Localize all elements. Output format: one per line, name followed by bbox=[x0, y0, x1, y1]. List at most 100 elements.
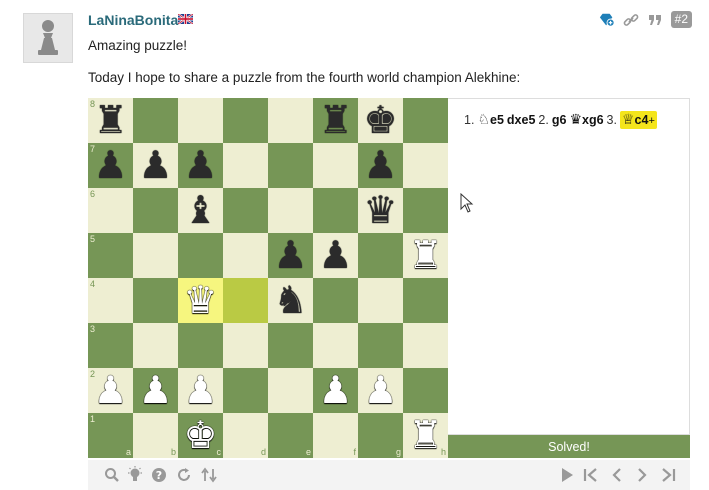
square-c6[interactable]: ♝ bbox=[178, 188, 223, 233]
square-d2[interactable] bbox=[223, 368, 268, 413]
square-g2[interactable]: ♟ bbox=[358, 368, 403, 413]
move-white-1[interactable]: ♘e5 bbox=[477, 112, 503, 128]
reset-icon[interactable] bbox=[175, 466, 193, 484]
black-bishop-icon[interactable]: ♝ bbox=[183, 188, 217, 233]
square-c5[interactable] bbox=[178, 233, 223, 278]
post-number-badge[interactable]: #2 bbox=[670, 11, 692, 28]
square-f3[interactable] bbox=[313, 323, 358, 368]
square-h8[interactable] bbox=[403, 98, 448, 143]
black-pawn-icon[interactable]: ♟ bbox=[183, 143, 217, 188]
square-h7[interactable] bbox=[403, 143, 448, 188]
white-pawn-icon[interactable]: ♟ bbox=[183, 368, 217, 413]
square-d6[interactable] bbox=[223, 188, 268, 233]
zoom-icon[interactable] bbox=[103, 466, 121, 484]
black-pawn-icon[interactable]: ♟ bbox=[93, 143, 127, 188]
white-pawn-icon[interactable]: ♟ bbox=[138, 368, 172, 413]
square-e8[interactable] bbox=[268, 98, 313, 143]
square-a3[interactable]: 3 bbox=[88, 323, 133, 368]
square-d5[interactable] bbox=[223, 233, 268, 278]
link-icon[interactable] bbox=[623, 12, 639, 28]
white-rook-icon[interactable]: ♜ bbox=[408, 413, 442, 458]
square-e6[interactable] bbox=[268, 188, 313, 233]
square-e5[interactable]: ♟ bbox=[268, 233, 313, 278]
flip-icon[interactable] bbox=[200, 466, 218, 484]
first-move-icon[interactable] bbox=[582, 466, 600, 484]
square-f6[interactable] bbox=[313, 188, 358, 233]
square-f1[interactable]: f bbox=[313, 413, 358, 458]
black-knight-icon[interactable]: ♞ bbox=[273, 278, 307, 323]
white-king-icon[interactable]: ♚ bbox=[183, 413, 217, 458]
move-white-2[interactable]: g6 bbox=[552, 113, 567, 127]
square-a4[interactable]: 4 bbox=[88, 278, 133, 323]
last-move-icon[interactable] bbox=[659, 466, 677, 484]
black-pawn-icon[interactable]: ♟ bbox=[273, 233, 307, 278]
hint-icon[interactable] bbox=[126, 466, 144, 484]
square-h4[interactable] bbox=[403, 278, 448, 323]
black-pawn-icon[interactable]: ♟ bbox=[318, 233, 352, 278]
square-h3[interactable] bbox=[403, 323, 448, 368]
square-b6[interactable] bbox=[133, 188, 178, 233]
help-icon[interactable]: ? bbox=[150, 466, 168, 484]
square-b4[interactable] bbox=[133, 278, 178, 323]
white-pawn-icon[interactable]: ♟ bbox=[318, 368, 352, 413]
square-b5[interactable] bbox=[133, 233, 178, 278]
square-e4[interactable]: ♞ bbox=[268, 278, 313, 323]
square-e1[interactable]: e bbox=[268, 413, 313, 458]
square-e3[interactable] bbox=[268, 323, 313, 368]
square-b7[interactable]: ♟ bbox=[133, 143, 178, 188]
square-c4[interactable]: ♛ bbox=[178, 278, 223, 323]
white-pawn-icon[interactable]: ♟ bbox=[93, 368, 127, 413]
square-d1[interactable]: d bbox=[223, 413, 268, 458]
white-rook-icon[interactable]: ♜ bbox=[408, 233, 442, 278]
square-c3[interactable] bbox=[178, 323, 223, 368]
next-move-icon[interactable] bbox=[633, 466, 651, 484]
square-c1[interactable]: c ♚ bbox=[178, 413, 223, 458]
move-white-3-current[interactable]: ♕c4+ bbox=[619, 111, 657, 129]
square-f2[interactable]: ♟ bbox=[313, 368, 358, 413]
square-h1[interactable]: h ♜ bbox=[403, 413, 448, 458]
square-g6[interactable]: ♛ bbox=[358, 188, 403, 233]
square-g4[interactable] bbox=[358, 278, 403, 323]
white-queen-icon[interactable]: ♛ bbox=[183, 278, 217, 323]
square-d4[interactable] bbox=[223, 278, 268, 323]
square-f5[interactable]: ♟ bbox=[313, 233, 358, 278]
square-b3[interactable] bbox=[133, 323, 178, 368]
square-g7[interactable]: ♟ bbox=[358, 143, 403, 188]
move-black-1[interactable]: dxe5 bbox=[507, 113, 536, 127]
diamond-add-icon[interactable] bbox=[599, 12, 615, 28]
square-h6[interactable] bbox=[403, 188, 448, 233]
square-a8[interactable]: 8 ♜ bbox=[88, 98, 133, 143]
square-g5[interactable] bbox=[358, 233, 403, 278]
square-f8[interactable]: ♜ bbox=[313, 98, 358, 143]
black-rook-icon[interactable]: ♜ bbox=[318, 98, 352, 143]
square-g1[interactable]: g bbox=[358, 413, 403, 458]
username-link[interactable]: LaNinaBonita bbox=[88, 12, 178, 28]
square-a6[interactable]: 6 bbox=[88, 188, 133, 233]
play-icon[interactable] bbox=[558, 466, 576, 484]
chess-board[interactable]: 8 ♜ ♜ ♚ 7 ♟ ♟ ♟ ♟ 6 ♝ ♛ 5 ♟ ♟ ♜ 4 ♛ ♞ 3 2 ♟ ♟ ♟ ♟ ♟ 1 a b c ♚ d e f g h ♜ bbox=[88, 98, 448, 458]
square-b2[interactable]: ♟ bbox=[133, 368, 178, 413]
square-d7[interactable] bbox=[223, 143, 268, 188]
square-a2[interactable]: 2 ♟ bbox=[88, 368, 133, 413]
black-queen-icon[interactable]: ♛ bbox=[363, 188, 397, 233]
square-g8[interactable]: ♚ bbox=[358, 98, 403, 143]
square-b8[interactable] bbox=[133, 98, 178, 143]
prev-move-icon[interactable] bbox=[608, 466, 626, 484]
square-d8[interactable] bbox=[223, 98, 268, 143]
square-h5[interactable]: ♜ bbox=[403, 233, 448, 278]
square-a5[interactable]: 5 bbox=[88, 233, 133, 278]
square-d3[interactable] bbox=[223, 323, 268, 368]
black-rook-icon[interactable]: ♜ bbox=[93, 98, 127, 143]
white-pawn-icon[interactable]: ♟ bbox=[363, 368, 397, 413]
square-f4[interactable] bbox=[313, 278, 358, 323]
square-c2[interactable]: ♟ bbox=[178, 368, 223, 413]
black-pawn-icon[interactable]: ♟ bbox=[363, 143, 397, 188]
square-c8[interactable] bbox=[178, 98, 223, 143]
move-black-2[interactable]: ♛xg6 bbox=[569, 112, 603, 128]
quote-icon[interactable] bbox=[647, 12, 663, 28]
black-pawn-icon[interactable]: ♟ bbox=[138, 143, 172, 188]
square-c7[interactable]: ♟ bbox=[178, 143, 223, 188]
square-e7[interactable] bbox=[268, 143, 313, 188]
square-g3[interactable] bbox=[358, 323, 403, 368]
square-a7[interactable]: 7 ♟ bbox=[88, 143, 133, 188]
